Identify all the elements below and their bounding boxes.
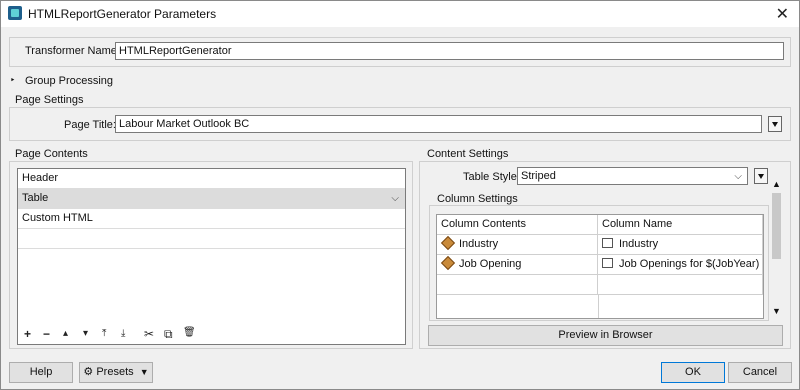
text-icon	[602, 238, 613, 248]
scrollbar[interactable]: ▲ ▼	[770, 179, 783, 319]
remove-icon[interactable]: −	[43, 327, 50, 341]
page-title-dropdown-icon[interactable]	[768, 116, 782, 132]
attribute-icon	[440, 235, 456, 251]
grid-cell-contents[interactable]: Job Opening	[437, 255, 598, 275]
close-icon[interactable]: ✕	[776, 4, 789, 24]
grid-cell-empty[interactable]	[437, 275, 598, 295]
page-title-label: Page Title:	[64, 119, 116, 131]
cell-text: Industry	[619, 238, 659, 250]
grid-cell-name[interactable]: Job Openings for $(JobYear)	[598, 255, 763, 275]
grid-divider	[598, 295, 599, 318]
copy-icon[interactable]: ⧉	[164, 327, 173, 342]
move-bottom-icon[interactable]: ⤓	[121, 328, 125, 339]
table-style-value: Striped	[521, 170, 556, 182]
grid-cell-contents[interactable]: Industry	[437, 235, 598, 255]
scrollbar-thumb[interactable]	[772, 193, 781, 259]
grid-cell-name[interactable]: Industry	[598, 235, 763, 255]
column-header-contents[interactable]: Column Contents	[437, 215, 598, 235]
cell-text: Job Openings for $(JobYear)	[619, 258, 760, 270]
grid-cell-empty[interactable]	[598, 275, 763, 295]
title-bar: HTMLReportGenerator Parameters ✕	[1, 1, 799, 27]
move-top-icon[interactable]: ⤒	[102, 328, 106, 339]
text-icon	[602, 258, 613, 268]
chevron-down-icon[interactable]: ⌵	[391, 193, 399, 204]
table-style-label: Table Style:	[463, 171, 520, 183]
list-item-selected[interactable]: Table ⌵	[18, 189, 405, 209]
ok-button[interactable]: OK	[661, 362, 725, 383]
window-title: HTMLReportGenerator Parameters	[28, 7, 217, 21]
column-header-name[interactable]: Column Name	[598, 215, 763, 235]
list-item-label: Table	[22, 192, 49, 204]
preview-button[interactable]: Preview in Browser	[428, 325, 783, 346]
move-up-icon[interactable]: ▴	[63, 328, 68, 339]
column-settings-title: Column Settings	[437, 193, 518, 205]
gear-icon: ⚙	[83, 366, 94, 378]
transformer-name-label: Transformer Name:	[25, 45, 120, 57]
cell-text: Job Opening	[459, 258, 522, 270]
dialog-window: HTMLReportGenerator Parameters ✕ Transfo…	[0, 0, 800, 390]
app-icon	[8, 6, 22, 20]
group-processing-label[interactable]: Group Processing	[25, 75, 113, 87]
move-down-icon[interactable]: ▾	[83, 328, 88, 339]
table-style-select[interactable]: Striped ⌵	[517, 167, 748, 185]
scroll-down-icon[interactable]: ▼	[772, 306, 781, 316]
page-contents-list: Header Table ⌵ Custom HTML	[17, 168, 406, 345]
add-icon[interactable]: +	[24, 327, 31, 341]
chevron-down-icon[interactable]: ⌵	[734, 171, 742, 182]
cancel-button[interactable]: Cancel	[728, 362, 792, 383]
content-settings-title: Content Settings	[427, 148, 509, 160]
scroll-up-icon[interactable]: ▲	[772, 179, 781, 189]
page-contents-title: Page Contents	[15, 148, 88, 160]
table-style-dropdown-icon[interactable]	[754, 168, 768, 184]
list-item[interactable]: Custom HTML	[18, 209, 405, 229]
transformer-name-input[interactable]: HTMLReportGenerator	[115, 42, 784, 60]
cut-icon[interactable]: ✂	[144, 327, 154, 341]
list-item[interactable]: Header	[18, 169, 405, 189]
column-grid: Column Contents Column Name Industry Ind…	[436, 214, 764, 319]
page-settings-title: Page Settings	[15, 94, 84, 106]
list-item-empty	[18, 229, 405, 249]
expand-arrow-icon[interactable]: ‣	[10, 75, 15, 86]
chevron-down-icon: ▼	[139, 367, 149, 377]
page-title-input[interactable]: Labour Market Outlook BC	[115, 115, 762, 133]
presets-label: Presets	[96, 366, 134, 378]
cell-text: Industry	[459, 238, 499, 250]
attribute-icon	[440, 255, 456, 271]
help-button[interactable]: Help	[9, 362, 73, 383]
presets-button[interactable]: ⚙ Presets ▼	[79, 362, 153, 383]
delete-icon[interactable]: 🗑	[183, 327, 196, 338]
